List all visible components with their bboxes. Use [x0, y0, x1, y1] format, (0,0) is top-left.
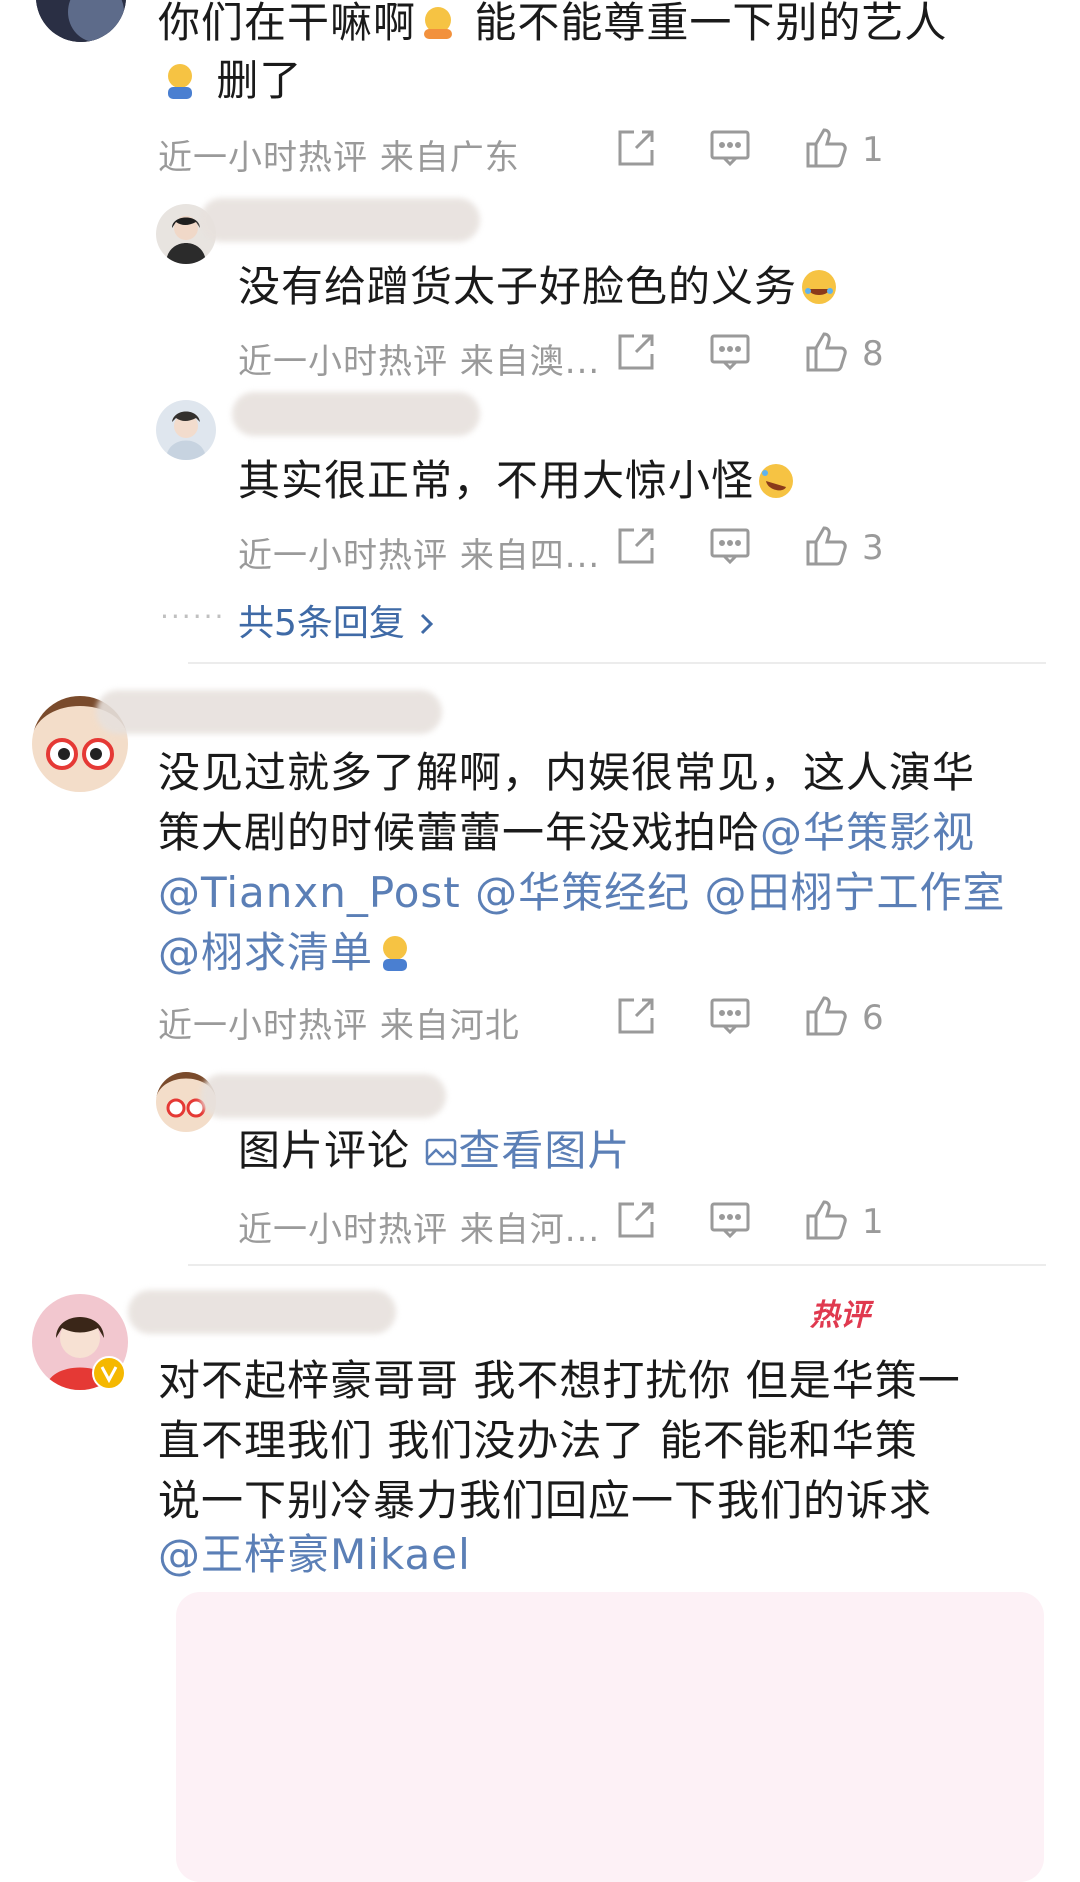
thumbs-up-icon[interactable]	[804, 522, 848, 568]
thumbs-up-icon[interactable]	[804, 124, 848, 170]
reply-text: 其实很正常，不用大惊小怪	[238, 446, 798, 516]
chevron-right-icon	[416, 607, 438, 637]
shrug-emoji-icon	[375, 924, 415, 971]
like-count: 6	[862, 998, 884, 1038]
more-replies-dots: ······	[160, 600, 226, 633]
like-count: 1	[862, 1202, 884, 1242]
mention-link[interactable]: @Tianxn_Post	[158, 868, 461, 917]
share-icon[interactable]	[614, 524, 658, 568]
comment-text-line4: @王梓豪Mikael	[158, 1520, 471, 1590]
mention-link[interactable]: @华策经纪	[475, 868, 690, 917]
like-count: 1	[862, 130, 884, 170]
hot-comment-badge: 热评	[810, 1298, 870, 1333]
avatar[interactable]	[156, 400, 216, 460]
comment-meta: 近一小时热评 来自河北	[158, 1006, 520, 1046]
comment-divider	[188, 1264, 1046, 1266]
comment-divider	[188, 662, 1046, 664]
rofl-emoji-icon	[756, 452, 796, 498]
username-blurred	[128, 1290, 396, 1334]
reply-meta: 近一小时热评 来自四...	[238, 536, 601, 576]
thumbs-up-icon[interactable]	[804, 1196, 848, 1242]
username-blurred	[232, 392, 480, 436]
verified-badge-icon	[92, 1356, 126, 1390]
mention-link[interactable]: @田栩宁工作室	[704, 868, 1005, 917]
username-blurred	[96, 690, 442, 734]
comment-text-line4: @栩求清单	[158, 918, 417, 988]
mention-link[interactable]: @王梓豪Mikael	[158, 1530, 471, 1579]
picture-icon	[424, 1120, 458, 1166]
reply-text: 图片评论 查看图片	[238, 1116, 630, 1186]
comment-icon[interactable]	[708, 126, 752, 170]
reply-meta: 近一小时热评 来自河...	[238, 1210, 601, 1250]
share-icon[interactable]	[614, 330, 658, 374]
thumbs-up-icon[interactable]	[804, 992, 848, 1038]
username-blurred	[200, 198, 480, 242]
comment-icon[interactable]	[708, 994, 752, 1038]
comment-text-line2: 删了	[158, 46, 302, 116]
username-blurred	[200, 1074, 446, 1118]
shrug-emoji-icon	[160, 52, 200, 99]
view-image-link[interactable]: 查看图片	[424, 1126, 630, 1175]
comment-icon[interactable]	[708, 330, 752, 374]
mention-link[interactable]: @华策影视	[760, 808, 975, 857]
laugh-cry-emoji-icon	[799, 258, 839, 304]
share-icon[interactable]	[614, 1198, 658, 1242]
more-replies-link[interactable]: 共5条回复	[238, 594, 438, 646]
comment-meta: 近一小时热评 来自广东	[158, 138, 520, 178]
share-icon[interactable]	[614, 994, 658, 1038]
share-icon[interactable]	[614, 126, 658, 170]
comment-icon[interactable]	[708, 524, 752, 568]
hug-emoji-icon	[418, 0, 458, 39]
hot-comment-panel	[176, 1592, 1044, 1882]
like-count: 8	[862, 334, 884, 374]
comment-icon[interactable]	[708, 1198, 752, 1242]
reply-text: 没有给蹭货太子好脸色的义务	[238, 252, 841, 322]
thumbs-up-icon[interactable]	[804, 328, 848, 374]
avatar[interactable]	[36, 0, 126, 42]
reply-meta: 近一小时热评 来自澳...	[238, 342, 601, 382]
like-count: 3	[862, 528, 884, 568]
mention-link[interactable]: @栩求清单	[158, 928, 373, 977]
